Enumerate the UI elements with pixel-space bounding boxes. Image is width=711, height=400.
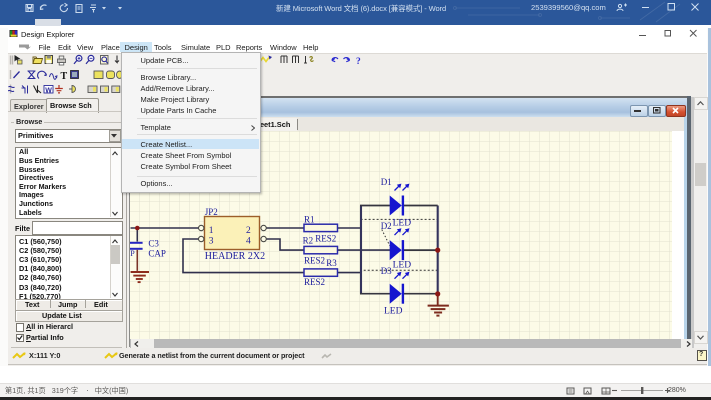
svg-text:CAP: CAP <box>148 248 166 258</box>
svg-text:HEADER 2X2: HEADER 2X2 <box>205 251 265 262</box>
svg-text:W: W <box>45 87 52 94</box>
svg-text:?: ? <box>356 57 361 67</box>
svg-text:3: 3 <box>209 237 214 247</box>
svg-text:4: 4 <box>246 237 251 247</box>
svg-text:D3: D3 <box>381 266 392 276</box>
svg-text:1: 1 <box>209 226 214 236</box>
svg-text:LED: LED <box>384 306 403 316</box>
svg-text:JP2: JP2 <box>205 207 218 217</box>
svg-text:P: P <box>130 249 135 258</box>
svg-text:D1: D1 <box>381 177 392 187</box>
svg-text:R1: R1 <box>304 214 315 224</box>
svg-text:R2: R2 <box>303 235 314 245</box>
svg-text:RES2: RES2 <box>304 256 325 266</box>
svg-text:LED: LED <box>393 218 412 228</box>
svg-text:RES2: RES2 <box>304 277 325 287</box>
svg-text:D2: D2 <box>381 221 392 231</box>
svg-text:T: T <box>61 71 68 82</box>
svg-text:C3: C3 <box>148 238 159 248</box>
svg-text:RES2: RES2 <box>315 233 336 243</box>
svg-text:R3: R3 <box>326 258 337 268</box>
svg-text:2: 2 <box>246 226 251 236</box>
svg-text:LED: LED <box>393 260 412 270</box>
